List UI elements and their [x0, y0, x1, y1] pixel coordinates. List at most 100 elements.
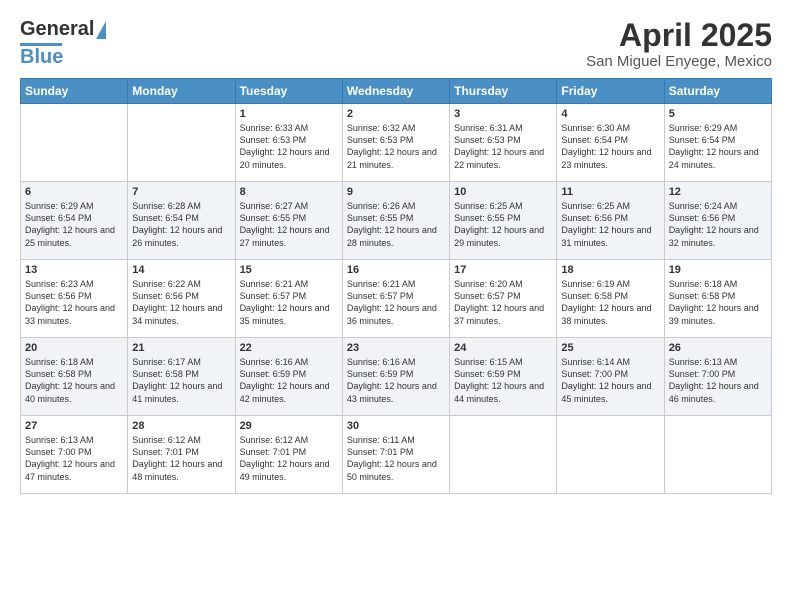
column-header-wednesday: Wednesday — [342, 79, 449, 104]
day-info: Sunrise: 6:11 AM Sunset: 7:01 PM Dayligh… — [347, 434, 445, 483]
day-info: Sunrise: 6:31 AM Sunset: 6:53 PM Dayligh… — [454, 122, 552, 171]
logo-blue: Blue — [20, 46, 63, 69]
day-info: Sunrise: 6:26 AM Sunset: 6:55 PM Dayligh… — [347, 200, 445, 249]
day-info: Sunrise: 6:23 AM Sunset: 6:56 PM Dayligh… — [25, 278, 123, 327]
day-number: 20 — [25, 342, 123, 354]
day-number: 4 — [561, 108, 659, 120]
calendar-cell: 12Sunrise: 6:24 AM Sunset: 6:56 PM Dayli… — [664, 182, 771, 260]
day-number: 9 — [347, 186, 445, 198]
day-info: Sunrise: 6:18 AM Sunset: 6:58 PM Dayligh… — [669, 278, 767, 327]
day-number: 22 — [240, 342, 338, 354]
calendar-week-row: 13 Sunrise: 6:23 AM Sunset: 6:56 PM Dayli… — [21, 260, 772, 338]
day-number: 27 — [25, 420, 123, 432]
calendar-title: April 2025 — [586, 18, 772, 53]
calendar-cell: 18Sunrise: 6:19 AM Sunset: 6:58 PM Dayli… — [557, 260, 664, 338]
calendar-cell: 19 Sunrise: 6:18 AM Sunset: 6:58 PM Dayli… — [664, 260, 771, 338]
calendar-cell: 30Sunrise: 6:11 AM Sunset: 7:01 PM Dayli… — [342, 416, 449, 494]
calendar-cell: 5Sunrise: 6:29 AM Sunset: 6:54 PM Daylig… — [664, 104, 771, 182]
day-number: 14 — [132, 264, 230, 276]
day-info: Sunrise: 6:12 AM Sunset: 7:01 PM Dayligh… — [240, 434, 338, 483]
column-header-thursday: Thursday — [450, 79, 557, 104]
day-info: Sunrise: 6:30 AM Sunset: 6:54 PM Dayligh… — [561, 122, 659, 171]
day-number: 11 — [561, 186, 659, 198]
day-number: 3 — [454, 108, 552, 120]
calendar-cell: 14 Sunrise: 6:22 AM Sunset: 6:56 PM Dayli… — [128, 260, 235, 338]
calendar-header-row: SundayMondayTuesdayWednesdayThursdayFrid… — [21, 79, 772, 104]
day-info: Sunrise: 6:14 AM Sunset: 7:00 PM Dayligh… — [561, 356, 659, 405]
calendar-cell: 26 Sunrise: 6:13 AM Sunset: 7:00 PM Dayli… — [664, 338, 771, 416]
calendar-cell — [557, 416, 664, 494]
calendar-cell: 15 Sunrise: 6:21 AM Sunset: 6:57 PM Dayli… — [235, 260, 342, 338]
day-info: Sunrise: 6:29 AM Sunset: 6:54 PM Dayligh… — [669, 122, 767, 171]
calendar-cell — [664, 416, 771, 494]
calendar-week-row: 6Sunrise: 6:29 AM Sunset: 6:54 PM Daylig… — [21, 182, 772, 260]
title-block: April 2025 San Miguel Enyege, Mexico — [586, 18, 772, 70]
day-number: 8 — [240, 186, 338, 198]
day-info: Sunrise: 6:28 AM Sunset: 6:54 PM Dayligh… — [132, 200, 230, 249]
day-info: Sunrise: 6:18 AM Sunset: 6:58 PM Dayligh… — [25, 356, 123, 405]
column-header-monday: Monday — [128, 79, 235, 104]
calendar-cell: 7 Sunrise: 6:28 AM Sunset: 6:54 PM Daylig… — [128, 182, 235, 260]
column-header-saturday: Saturday — [664, 79, 771, 104]
day-info: Sunrise: 6:13 AM Sunset: 7:00 PM Dayligh… — [25, 434, 123, 483]
calendar-cell: 10 Sunrise: 6:25 AM Sunset: 6:55 PM Dayli… — [450, 182, 557, 260]
day-info: Sunrise: 6:13 AM Sunset: 7:00 PM Dayligh… — [669, 356, 767, 405]
day-info: Sunrise: 6:33 AM Sunset: 6:53 PM Dayligh… — [240, 122, 338, 171]
day-number: 15 — [240, 264, 338, 276]
calendar-location: San Miguel Enyege, Mexico — [586, 53, 772, 70]
day-info: Sunrise: 6:32 AM Sunset: 6:53 PM Dayligh… — [347, 122, 445, 171]
day-info: Sunrise: 6:16 AM Sunset: 6:59 PM Dayligh… — [347, 356, 445, 405]
calendar-cell: 21 Sunrise: 6:17 AM Sunset: 6:58 PM Dayli… — [128, 338, 235, 416]
logo: General Blue — [20, 18, 106, 69]
calendar-week-row: 1 Sunrise: 6:33 AM Sunset: 6:53 PM Daylig… — [21, 104, 772, 182]
calendar-cell: 22 Sunrise: 6:16 AM Sunset: 6:59 PM Dayli… — [235, 338, 342, 416]
day-info: Sunrise: 6:21 AM Sunset: 6:57 PM Dayligh… — [240, 278, 338, 327]
day-number: 13 — [25, 264, 123, 276]
day-number: 2 — [347, 108, 445, 120]
calendar-cell: 4 Sunrise: 6:30 AM Sunset: 6:54 PM Daylig… — [557, 104, 664, 182]
day-info: Sunrise: 6:22 AM Sunset: 6:56 PM Dayligh… — [132, 278, 230, 327]
day-number: 7 — [132, 186, 230, 198]
calendar-week-row: 20 Sunrise: 6:18 AM Sunset: 6:58 PM Dayli… — [21, 338, 772, 416]
day-number: 16 — [347, 264, 445, 276]
calendar-cell — [21, 104, 128, 182]
day-number: 19 — [669, 264, 767, 276]
day-info: Sunrise: 6:27 AM Sunset: 6:55 PM Dayligh… — [240, 200, 338, 249]
calendar-cell: 2 Sunrise: 6:32 AM Sunset: 6:53 PM Daylig… — [342, 104, 449, 182]
day-number: 21 — [132, 342, 230, 354]
day-info: Sunrise: 6:16 AM Sunset: 6:59 PM Dayligh… — [240, 356, 338, 405]
day-info: Sunrise: 6:15 AM Sunset: 6:59 PM Dayligh… — [454, 356, 552, 405]
column-header-tuesday: Tuesday — [235, 79, 342, 104]
calendar-cell: 24 Sunrise: 6:15 AM Sunset: 6:59 PM Dayli… — [450, 338, 557, 416]
calendar-cell: 20 Sunrise: 6:18 AM Sunset: 6:58 PM Dayli… — [21, 338, 128, 416]
calendar-cell: 29Sunrise: 6:12 AM Sunset: 7:01 PM Dayli… — [235, 416, 342, 494]
day-info: Sunrise: 6:17 AM Sunset: 6:58 PM Dayligh… — [132, 356, 230, 405]
day-info: Sunrise: 6:29 AM Sunset: 6:54 PM Dayligh… — [25, 200, 123, 249]
day-info: Sunrise: 6:25 AM Sunset: 6:56 PM Dayligh… — [561, 200, 659, 249]
day-number: 18 — [561, 264, 659, 276]
day-number: 28 — [132, 420, 230, 432]
calendar-cell: 3 Sunrise: 6:31 AM Sunset: 6:53 PM Daylig… — [450, 104, 557, 182]
day-info: Sunrise: 6:25 AM Sunset: 6:55 PM Dayligh… — [454, 200, 552, 249]
calendar-cell: 1 Sunrise: 6:33 AM Sunset: 6:53 PM Daylig… — [235, 104, 342, 182]
calendar-cell: 8 Sunrise: 6:27 AM Sunset: 6:55 PM Daylig… — [235, 182, 342, 260]
day-number: 24 — [454, 342, 552, 354]
calendar-table: SundayMondayTuesdayWednesdayThursdayFrid… — [20, 78, 772, 494]
calendar-cell: 17Sunrise: 6:20 AM Sunset: 6:57 PM Dayli… — [450, 260, 557, 338]
calendar-cell: 27 Sunrise: 6:13 AM Sunset: 7:00 PM Dayli… — [21, 416, 128, 494]
calendar-week-row: 27 Sunrise: 6:13 AM Sunset: 7:00 PM Dayli… — [21, 416, 772, 494]
day-number: 26 — [669, 342, 767, 354]
calendar-cell: 16Sunrise: 6:21 AM Sunset: 6:57 PM Dayli… — [342, 260, 449, 338]
calendar-cell — [128, 104, 235, 182]
header: General Blue April 2025 San Miguel Enyeg… — [20, 18, 772, 70]
day-info: Sunrise: 6:12 AM Sunset: 7:01 PM Dayligh… — [132, 434, 230, 483]
calendar-cell: 11 Sunrise: 6:25 AM Sunset: 6:56 PM Dayli… — [557, 182, 664, 260]
day-number: 1 — [240, 108, 338, 120]
day-number: 10 — [454, 186, 552, 198]
calendar-cell: 28 Sunrise: 6:12 AM Sunset: 7:01 PM Dayli… — [128, 416, 235, 494]
calendar-cell: 25Sunrise: 6:14 AM Sunset: 7:00 PM Dayli… — [557, 338, 664, 416]
calendar-cell — [450, 416, 557, 494]
day-number: 23 — [347, 342, 445, 354]
calendar-cell: 6Sunrise: 6:29 AM Sunset: 6:54 PM Daylig… — [21, 182, 128, 260]
column-header-friday: Friday — [557, 79, 664, 104]
